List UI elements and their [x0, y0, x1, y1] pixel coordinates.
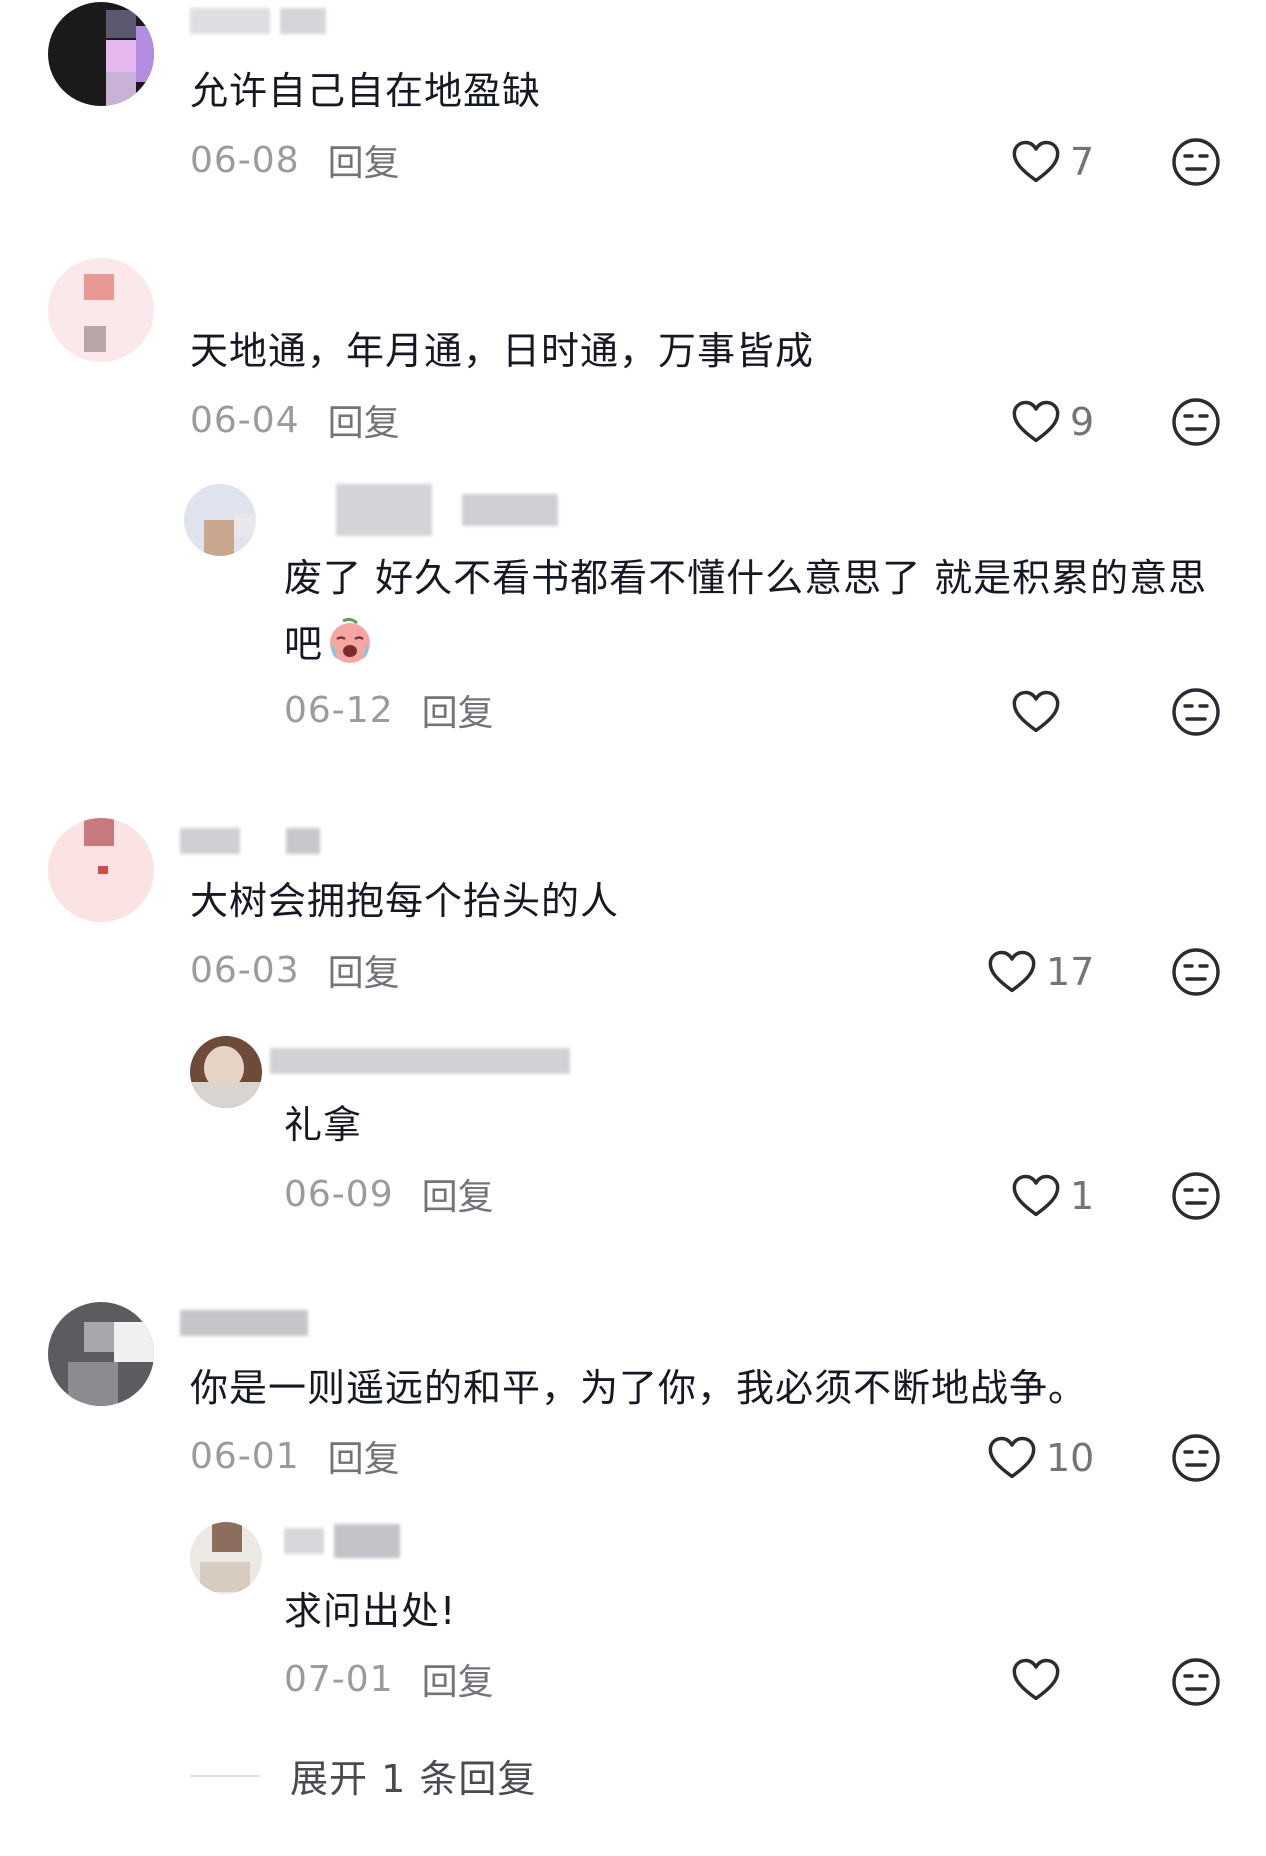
avatar[interactable]	[190, 1036, 262, 1108]
like-button[interactable]: 10	[986, 1430, 1094, 1486]
comment-meta: 06-12 回复	[284, 684, 494, 736]
avatar[interactable]	[190, 1522, 262, 1594]
like-button[interactable]	[1010, 1652, 1070, 1708]
dislike-icon[interactable]	[1170, 1170, 1222, 1222]
heart-icon	[1010, 396, 1062, 448]
comment-date: 06-12	[284, 689, 394, 731]
avatar[interactable]	[48, 818, 154, 922]
comment-date: 07-01	[284, 1658, 394, 1700]
like-button[interactable]: 17	[986, 944, 1094, 1000]
dislike-icon[interactable]	[1170, 396, 1222, 448]
username[interactable]	[190, 8, 326, 34]
username[interactable]	[336, 484, 558, 536]
avatar[interactable]	[48, 258, 154, 362]
comment-date: 06-08	[190, 139, 300, 181]
dislike-icon[interactable]	[1170, 946, 1222, 998]
reply-button[interactable]: 回复	[422, 1168, 494, 1220]
comment-meta: 06-09 回复	[284, 1168, 494, 1220]
dislike-icon[interactable]	[1170, 1432, 1222, 1484]
comment-text: 大树会拥抱每个抬头的人	[190, 879, 620, 923]
comment-text: 允许自己自在地盈缺	[190, 69, 542, 113]
avatar[interactable]	[48, 1302, 154, 1406]
like-button[interactable]: 7	[1010, 134, 1094, 190]
dislike-icon[interactable]	[1170, 1656, 1222, 1708]
username[interactable]	[270, 1048, 570, 1074]
reply-button[interactable]: 回复	[328, 944, 400, 996]
comment-date: 06-03	[190, 949, 300, 991]
comment-meta: 06-03 回复	[190, 944, 400, 996]
heart-icon	[986, 1432, 1038, 1484]
heart-icon	[1010, 686, 1062, 738]
like-button[interactable]: 9	[1010, 394, 1094, 450]
comment-meta: 06-08 回复	[190, 134, 400, 186]
comment-date: 06-01	[190, 1435, 300, 1477]
divider	[190, 1774, 260, 1777]
reply-button[interactable]: 回复	[328, 1430, 400, 1482]
dislike-icon[interactable]	[1170, 686, 1222, 738]
comment-meta: 06-04 回复	[190, 394, 400, 446]
heart-icon	[1010, 136, 1062, 188]
crying-emoji-icon	[330, 617, 371, 663]
like-button[interactable]: 1	[1010, 1168, 1094, 1224]
expand-replies-button[interactable]: 展开 1 条回复	[190, 1748, 536, 1803]
reply-text: 求问出处!	[284, 1589, 457, 1633]
reply-text: 礼拿	[284, 1103, 363, 1147]
reply-text-content: 废了 好久不看书都看不懂什么意思了 就是积累的意思吧	[284, 556, 1208, 666]
comment-meta: 07-01 回复	[284, 1653, 494, 1705]
avatar[interactable]	[184, 484, 256, 556]
like-count: 17	[1046, 950, 1095, 994]
like-count: 9	[1070, 400, 1095, 444]
like-count: 10	[1046, 1436, 1095, 1480]
username[interactable]	[284, 1524, 400, 1558]
reply-button[interactable]: 回复	[328, 134, 400, 186]
reply-button[interactable]: 回复	[422, 684, 494, 736]
comment-meta: 06-01 回复	[190, 1430, 400, 1482]
heart-icon	[1010, 1170, 1062, 1222]
comment-text: 你是一则遥远的和平，为了你，我必须不断地战争。	[190, 1366, 1088, 1410]
comment-date: 06-09	[284, 1173, 394, 1215]
like-count: 1	[1070, 1174, 1095, 1218]
comment-date: 06-04	[190, 399, 300, 441]
heart-icon	[986, 946, 1038, 998]
like-count: 7	[1070, 140, 1095, 184]
heart-icon	[1010, 1654, 1062, 1706]
dislike-icon[interactable]	[1170, 136, 1222, 188]
avatar[interactable]	[48, 2, 154, 106]
comment-text: 天地通，年月通，日时通，万事皆成	[190, 329, 815, 373]
username[interactable]	[180, 1310, 308, 1336]
like-button[interactable]	[1010, 684, 1070, 740]
reply-button[interactable]: 回复	[328, 394, 400, 446]
reply-button[interactable]: 回复	[422, 1653, 494, 1705]
reply-text: 废了 好久不看书都看不懂什么意思了 就是积累的意思吧	[284, 545, 1224, 677]
username[interactable]	[180, 828, 320, 854]
expand-replies-label: 展开 1 条回复	[290, 1757, 537, 1801]
